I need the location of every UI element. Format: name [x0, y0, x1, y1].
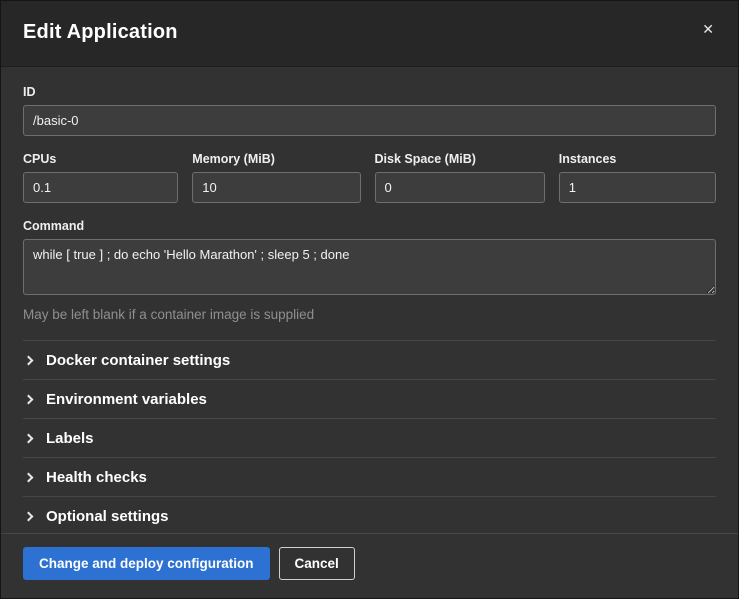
chevron-right-icon: [24, 394, 34, 404]
collapsible-sections: Docker container settings Environment va…: [23, 340, 716, 533]
id-input[interactable]: [23, 105, 716, 136]
section-environment-variables[interactable]: Environment variables: [23, 379, 716, 418]
section-optional-settings[interactable]: Optional settings: [23, 496, 716, 533]
resources-row: CPUs Memory (MiB) Disk Space (MiB) Insta…: [23, 152, 716, 203]
command-input[interactable]: while [ true ] ; do echo 'Hello Marathon…: [23, 239, 716, 295]
modal-footer: Change and deploy configuration Cancel: [1, 533, 738, 598]
section-label: Environment variables: [46, 391, 207, 408]
change-and-deploy-button[interactable]: Change and deploy configuration: [23, 547, 270, 580]
memory-input[interactable]: [192, 172, 360, 203]
section-label: Health checks: [46, 469, 147, 486]
close-icon[interactable]: ✕: [700, 20, 716, 38]
cpus-field-group: CPUs: [23, 152, 178, 203]
section-label: Optional settings: [46, 508, 169, 525]
instances-input[interactable]: [559, 172, 716, 203]
cpus-label: CPUs: [23, 152, 178, 166]
modal-body: ID CPUs Memory (MiB) Disk Space (MiB) In…: [1, 67, 738, 533]
chevron-right-icon: [24, 433, 34, 443]
disk-space-label: Disk Space (MiB): [375, 152, 545, 166]
disk-space-input[interactable]: [375, 172, 545, 203]
chevron-right-icon: [24, 355, 34, 365]
cpus-input[interactable]: [23, 172, 178, 203]
id-field-group: ID: [23, 85, 716, 136]
disk-space-field-group: Disk Space (MiB): [375, 152, 545, 203]
instances-field-group: Instances: [559, 152, 716, 203]
modal-title: Edit Application: [23, 21, 178, 44]
memory-label: Memory (MiB): [192, 152, 360, 166]
instances-label: Instances: [559, 152, 716, 166]
modal-header: Edit Application ✕: [1, 1, 738, 67]
section-docker-container-settings[interactable]: Docker container settings: [23, 340, 716, 379]
section-labels[interactable]: Labels: [23, 418, 716, 457]
chevron-right-icon: [24, 511, 34, 521]
command-field-group: Command while [ true ] ; do echo 'Hello …: [23, 219, 716, 322]
cancel-button[interactable]: Cancel: [279, 547, 355, 580]
memory-field-group: Memory (MiB): [192, 152, 360, 203]
command-label: Command: [23, 219, 716, 233]
command-help-text: May be left blank if a container image i…: [23, 307, 716, 322]
section-label: Labels: [46, 430, 94, 447]
id-label: ID: [23, 85, 716, 99]
section-health-checks[interactable]: Health checks: [23, 457, 716, 496]
section-label: Docker container settings: [46, 352, 230, 369]
edit-application-modal: Edit Application ✕ ID CPUs Memory (MiB) …: [0, 0, 739, 599]
chevron-right-icon: [24, 472, 34, 482]
